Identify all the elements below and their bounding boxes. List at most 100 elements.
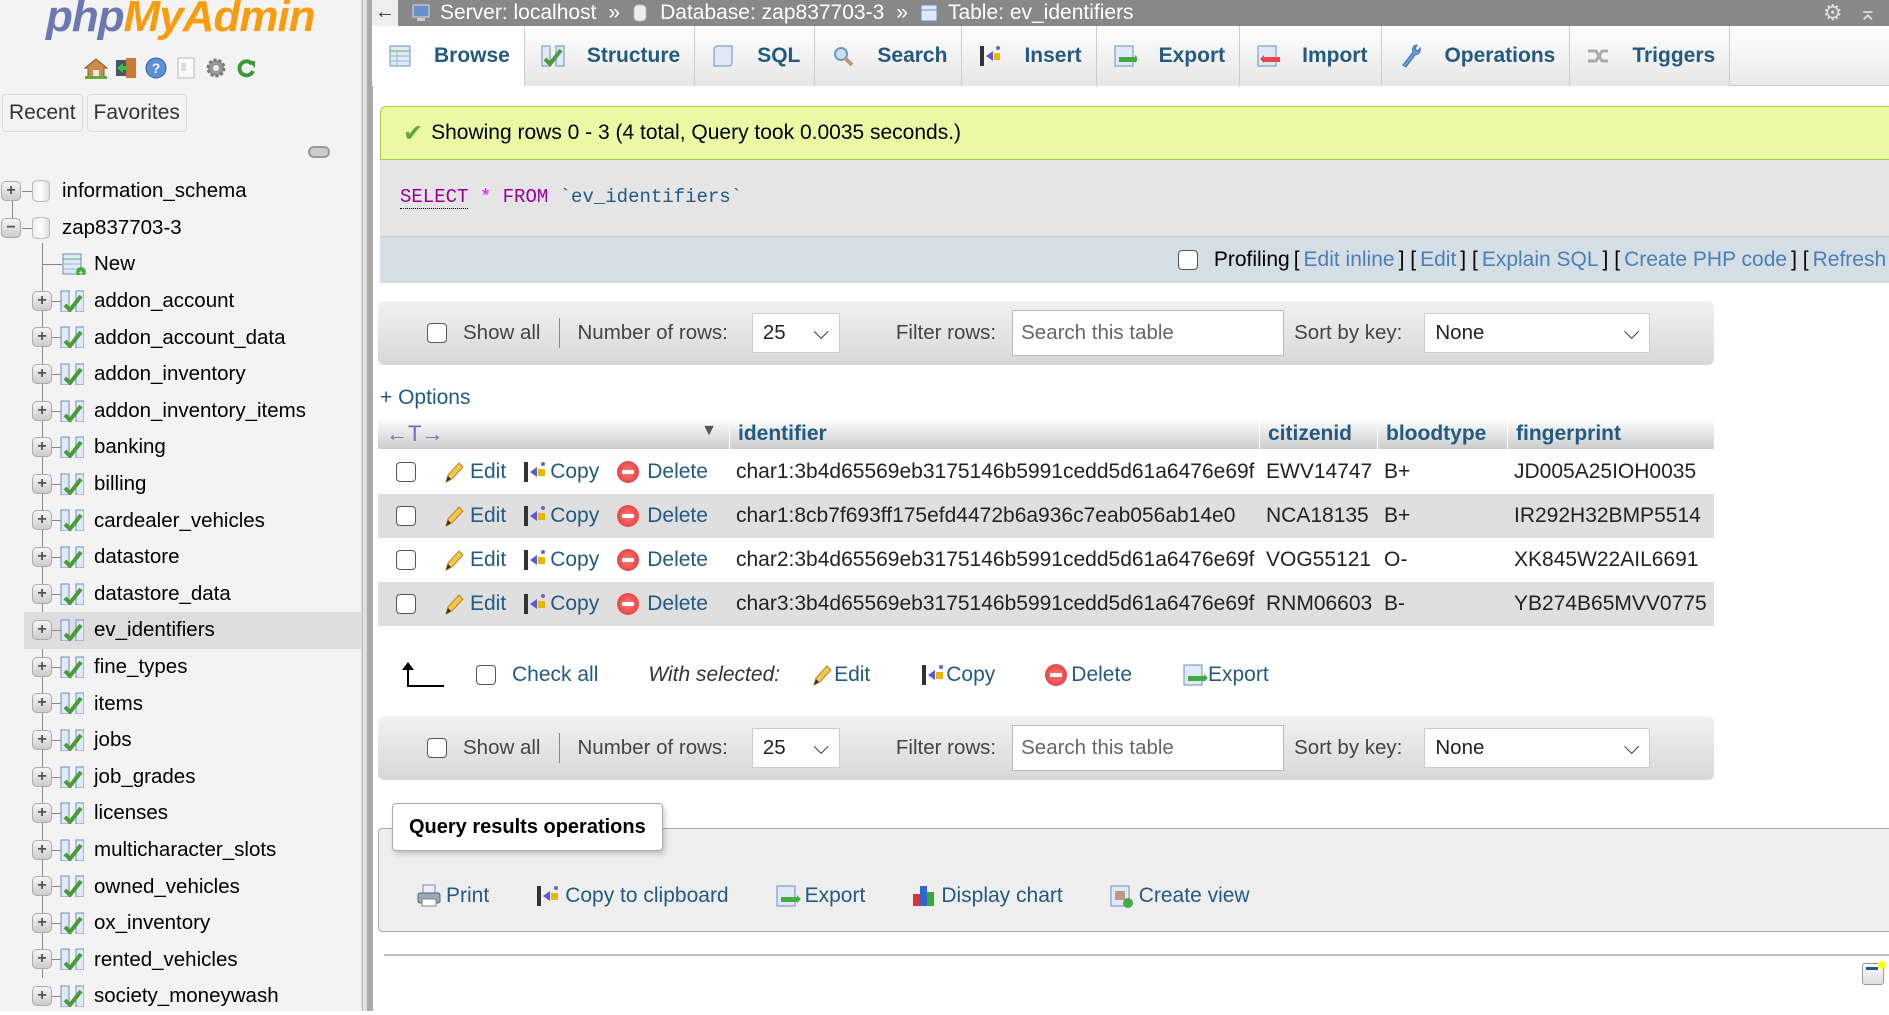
tree-table-item[interactable]: + ox_inventory bbox=[0, 905, 362, 942]
tab-import[interactable]: Import bbox=[1240, 26, 1383, 86]
row-copy-button[interactable]: Copy bbox=[522, 504, 599, 528]
expand-icon[interactable]: + bbox=[32, 400, 52, 421]
cell-citizenid[interactable]: EWV14747 bbox=[1266, 460, 1372, 484]
expand-icon[interactable]: + bbox=[32, 546, 52, 567]
table-structure-icon[interactable] bbox=[60, 839, 84, 861]
cell-fingerprint[interactable]: YB274B65MVV0775 bbox=[1514, 592, 1707, 616]
bulk-edit-button[interactable]: Edit bbox=[810, 663, 870, 687]
row-edit-button[interactable]: Edit bbox=[442, 592, 506, 616]
expand-icon[interactable]: + bbox=[32, 693, 52, 714]
table-name[interactable]: datastore bbox=[94, 545, 179, 569]
print-button[interactable]: Print bbox=[416, 884, 489, 908]
breadcrumb-server[interactable]: Server: localhost bbox=[412, 1, 596, 25]
create-php-code-link[interactable]: Create PHP code bbox=[1624, 248, 1787, 272]
table-structure-icon[interactable] bbox=[60, 656, 84, 678]
table-link[interactable]: Table: ev_identifiers bbox=[948, 1, 1134, 25]
tree-table-item[interactable]: + society_moneywash bbox=[0, 978, 362, 1015]
tree-table-item[interactable]: + addon_account bbox=[0, 283, 362, 320]
column-header-bloodtype[interactable]: bloodtype bbox=[1378, 418, 1508, 449]
show-all-checkbox[interactable] bbox=[427, 323, 447, 343]
expand-icon[interactable]: + bbox=[32, 986, 52, 1007]
table-structure-icon[interactable] bbox=[60, 619, 84, 642]
docs-icon[interactable] bbox=[174, 56, 198, 80]
profiling-checkbox[interactable] bbox=[1177, 250, 1198, 270]
table-name[interactable]: fine_types bbox=[94, 655, 187, 679]
cell-citizenid[interactable]: VOG55121 bbox=[1266, 548, 1371, 572]
cell-identifier[interactable]: char2:3b4d65569eb3175146b5991cedd5d61a64… bbox=[736, 548, 1255, 572]
row-copy-button[interactable]: Copy bbox=[522, 592, 599, 616]
table-name[interactable]: society_moneywash bbox=[94, 984, 279, 1008]
table-name[interactable]: ox_inventory bbox=[94, 911, 210, 935]
table-name[interactable]: addon_inventory_items bbox=[94, 399, 306, 423]
table-structure-icon[interactable] bbox=[60, 473, 84, 495]
tree-table-item[interactable]: + datastore bbox=[0, 539, 362, 576]
cell-citizenid[interactable]: NCA18135 bbox=[1266, 504, 1369, 528]
expand-icon[interactable]: + bbox=[32, 363, 52, 384]
table-name[interactable]: multicharacter_slots bbox=[94, 838, 276, 862]
tab-search[interactable]: Search bbox=[815, 26, 963, 86]
tab-structure[interactable]: Structure bbox=[524, 26, 696, 86]
tree-db-information-schema[interactable]: + information_schema bbox=[0, 173, 362, 210]
show-all-checkbox[interactable] bbox=[427, 738, 447, 758]
show-all-label[interactable]: Show all bbox=[463, 321, 541, 345]
expand-icon[interactable]: + bbox=[32, 839, 52, 860]
gear-icon[interactable]: ⚙ bbox=[1823, 0, 1843, 26]
tree-table-item[interactable]: + fine_types bbox=[0, 649, 362, 686]
row-edit-button[interactable]: Edit bbox=[442, 504, 506, 528]
show-all-label[interactable]: Show all bbox=[463, 736, 541, 760]
check-all-label[interactable]: Check all bbox=[512, 663, 598, 687]
row-copy-button[interactable]: Copy bbox=[522, 548, 599, 572]
row-copy-button[interactable]: Copy bbox=[522, 460, 599, 484]
tree-table-item[interactable]: + datastore_data bbox=[0, 576, 362, 613]
expand-icon[interactable]: + bbox=[32, 729, 52, 750]
table-structure-icon[interactable] bbox=[60, 290, 84, 312]
options-toggle-link[interactable]: + Options bbox=[380, 386, 470, 410]
resizer-bar[interactable] bbox=[367, 0, 373, 1011]
cell-fingerprint[interactable]: IR292H32BMP5514 bbox=[1514, 504, 1701, 528]
expand-icon[interactable]: + bbox=[32, 510, 52, 531]
breadcrumb-table[interactable]: Table: ev_identifiers bbox=[920, 1, 1134, 25]
tree-table-item[interactable]: + ev_identifiers bbox=[24, 612, 362, 649]
table-name[interactable]: billing bbox=[94, 472, 146, 496]
link-with-main-panel-icon[interactable] bbox=[308, 146, 330, 158]
db-name[interactable]: information_schema bbox=[62, 179, 247, 203]
expand-icon[interactable]: + bbox=[32, 620, 52, 641]
expand-icon[interactable]: + bbox=[32, 876, 52, 897]
expand-icon[interactable]: + bbox=[32, 656, 52, 677]
refresh-link[interactable]: Refresh bbox=[1813, 248, 1887, 272]
help-icon[interactable]: ? bbox=[144, 56, 168, 80]
tree-table-item[interactable]: + licenses bbox=[0, 795, 362, 832]
table-structure-icon[interactable] bbox=[60, 400, 84, 422]
recent-tab[interactable]: Recent bbox=[2, 94, 83, 132]
tab-insert[interactable]: Insert bbox=[962, 26, 1097, 86]
bulk-copy-button[interactable]: Copy bbox=[920, 663, 995, 687]
sort-by-key-select[interactable]: None ⌵ bbox=[1424, 728, 1651, 768]
column-header-citizenid[interactable]: citizenid bbox=[1260, 418, 1378, 449]
tree-table-item[interactable]: + addon_account_data bbox=[0, 319, 362, 356]
settings-icon[interactable] bbox=[204, 56, 228, 80]
row-edit-button[interactable]: Edit bbox=[442, 548, 506, 572]
column-header-identifier[interactable]: identifier bbox=[730, 418, 1260, 449]
db-name[interactable]: zap837703-3 bbox=[62, 216, 182, 240]
table-name[interactable]: jobs bbox=[94, 728, 132, 752]
collapse-sidebar-button[interactable]: ← bbox=[372, 0, 398, 26]
table-name[interactable]: addon_account bbox=[94, 289, 234, 313]
table-structure-icon[interactable] bbox=[60, 546, 84, 568]
cell-bloodtype[interactable]: B+ bbox=[1384, 504, 1410, 528]
table-structure-icon[interactable] bbox=[60, 326, 84, 349]
table-structure-icon[interactable] bbox=[60, 692, 84, 715]
tree-table-item[interactable]: + items bbox=[0, 685, 362, 722]
tree-new-table[interactable]: + New bbox=[0, 246, 362, 283]
collapse-icon[interactable]: − bbox=[1, 217, 21, 238]
expand-icon[interactable]: + bbox=[32, 803, 52, 824]
row-delete-button[interactable]: Delete bbox=[617, 504, 708, 528]
table-name[interactable]: cardealer_vehicles bbox=[94, 509, 265, 533]
table-name[interactable]: ev_identifiers bbox=[94, 618, 215, 642]
sort-by-key-select[interactable]: None ⌵ bbox=[1424, 313, 1651, 353]
tab-browse[interactable]: Browse bbox=[372, 26, 525, 86]
tab-export[interactable]: Export bbox=[1096, 26, 1241, 86]
sort-triangle-icon[interactable]: ▼ bbox=[701, 422, 717, 440]
cell-fingerprint[interactable]: XK845W22AIL6691 bbox=[1514, 548, 1698, 572]
table-structure-icon[interactable] bbox=[60, 583, 84, 605]
row-checkbox[interactable] bbox=[396, 506, 416, 526]
